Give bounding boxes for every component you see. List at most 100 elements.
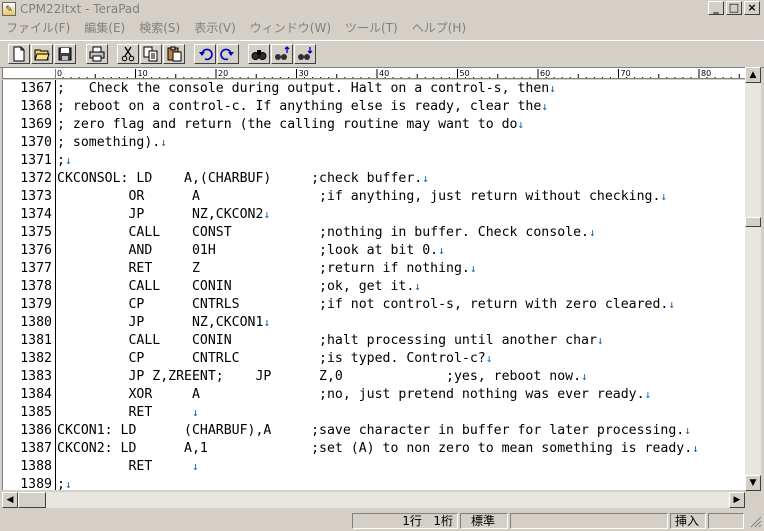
line-text[interactable]: CP CNTRLS ;if not control-s, return with… — [56, 297, 668, 312]
scroll-down-button[interactable]: ▼ — [745, 475, 761, 491]
line-break-mark-icon: ↓ — [191, 460, 199, 473]
editor-line[interactable]: 1387 CKCON2: LD A,1 ;set (A) to non zero … — [3, 440, 743, 458]
ruler-label: 0 — [57, 69, 62, 78]
line-text[interactable]: ; — [56, 153, 65, 168]
line-text[interactable]: XOR A ;no, just pretend nothing was ever… — [56, 387, 644, 402]
save-button[interactable] — [54, 44, 76, 64]
print-icon — [89, 46, 105, 62]
editor-line[interactable]: 1377 RET Z ;return if nothing.↓ — [3, 260, 743, 278]
status-empty-field-2 — [708, 513, 744, 529]
editor-line[interactable]: 1379 CP CNTRLS ;if not control-s, return… — [3, 296, 743, 314]
ruler-label: 60 — [540, 69, 550, 78]
editor-line[interactable]: 1367; Check the console during output. H… — [3, 80, 743, 98]
line-text[interactable]: CALL CONIN ;ok, get it. — [56, 279, 414, 294]
editor-line[interactable]: 1370; something).↓ — [3, 134, 743, 152]
undo-button[interactable] — [194, 44, 216, 64]
line-break-mark-icon: ↓ — [684, 424, 691, 437]
editor-line[interactable]: 1369; zero flag and return (the calling … — [3, 116, 743, 134]
line-number: 1367 — [3, 80, 56, 98]
open-button[interactable] — [31, 44, 53, 64]
line-number: 1368 — [3, 98, 56, 116]
print-button[interactable] — [86, 44, 108, 64]
new-file-button[interactable] — [8, 44, 30, 64]
line-text[interactable]: ; — [56, 477, 65, 490]
line-text[interactable]: CALL CONST ;nothing in buffer. Check con… — [56, 225, 589, 240]
status-empty-field — [510, 513, 668, 529]
editor-line[interactable]: 1382 CP CNTRLC ;is typed. Control-c?↓ — [3, 350, 743, 368]
copy-button[interactable] — [140, 44, 162, 64]
app-icon[interactable]: ✎ — [2, 2, 16, 16]
line-text[interactable]: CKCON2: LD A,1 ;set (A) to non zero to m… — [56, 441, 692, 456]
line-text[interactable]: JP Z,ZREENT; JP Z,0 ;yes, reboot now. — [56, 369, 581, 384]
cut-button[interactable] — [117, 44, 139, 64]
line-text[interactable]: JP NZ,CKCON2 — [56, 207, 263, 222]
line-text[interactable]: JP NZ,CKCON1 — [56, 315, 263, 330]
menu-help[interactable]: ヘルプ(H) — [406, 19, 474, 37]
editor-line[interactable]: 1376 AND 01H ;look at bit 0.↓ — [3, 242, 743, 260]
line-text[interactable]: RET — [56, 405, 192, 420]
line-text[interactable]: CALL CONIN ;halt processing until anothe… — [56, 333, 596, 348]
close-button[interactable]: × — [744, 1, 760, 15]
line-text[interactable]: ; something). — [56, 135, 160, 150]
line-number: 1370 — [3, 134, 56, 152]
line-number: 1383 — [3, 368, 56, 386]
menu-tools[interactable]: ツール(T) — [339, 19, 406, 37]
redo-button[interactable] — [217, 44, 239, 64]
line-text[interactable]: ; Check the console during output. Halt … — [56, 81, 549, 96]
vertical-scrollbar[interactable]: ▲ ▼ — [745, 67, 761, 491]
scroll-left-button[interactable]: ◀ — [2, 492, 18, 508]
menu-window[interactable]: ウィンドウ(W) — [244, 19, 339, 37]
menu-view[interactable]: 表示(V) — [188, 19, 244, 37]
editor-line[interactable]: 1378 CALL CONIN ;ok, get it.↓ — [3, 278, 743, 296]
line-text[interactable]: ; zero flag and return (the calling rout… — [56, 117, 518, 132]
horizontal-scrollbar[interactable]: ◀ ▶ — [2, 492, 745, 508]
find-next-button[interactable] — [294, 44, 316, 64]
editor-line[interactable]: 1373 OR A ;if anything, just return with… — [3, 188, 743, 206]
editor-line[interactable]: 1374 JP NZ,CKCON2↓ — [3, 206, 743, 224]
resize-grip-icon[interactable] — [750, 516, 762, 528]
line-break-mark-icon: ↓ — [263, 208, 271, 221]
scroll-up-button[interactable]: ▲ — [745, 67, 761, 83]
menu-bar: ファイル(F) 編集(E) 検索(S) 表示(V) ウィンドウ(W) ツール(T… — [0, 19, 764, 37]
ruler-label: 10 — [138, 69, 148, 78]
line-break-mark-icon: ↓ — [422, 172, 429, 185]
editor-line[interactable]: 1388 RET ↓ — [3, 458, 743, 476]
menu-edit[interactable]: 編集(E) — [78, 19, 133, 37]
undo-icon — [199, 48, 213, 61]
editor-line[interactable]: 1380 JP NZ,CKCON1↓ — [3, 314, 743, 332]
line-text[interactable]: ; reboot on a control-c. If anything els… — [56, 99, 541, 114]
line-number: 1375 — [3, 224, 56, 242]
editor-line[interactable]: 1372 CKCONSOL: LD A,(CHARBUF) ;check buff… — [3, 170, 743, 188]
maximize-button[interactable]: □ — [726, 1, 742, 15]
line-text[interactable]: CKCON1: LD (CHARBUF),A ;save character i… — [56, 423, 684, 438]
paste-button[interactable] — [163, 44, 185, 64]
line-text[interactable]: CP CNTRLC ;is typed. Control-c? — [56, 351, 485, 366]
line-number: 1369 — [3, 116, 56, 134]
line-text[interactable]: RET Z ;return if nothing. — [56, 261, 469, 276]
text-editor[interactable]: 1367; Check the console during output. H… — [2, 80, 745, 490]
line-text[interactable]: OR A ;if anything, just return without c… — [56, 189, 660, 204]
ruler-label: 40 — [379, 69, 389, 78]
vertical-scroll-thumb[interactable] — [745, 217, 761, 227]
line-text[interactable]: RET — [56, 459, 192, 474]
scroll-right-button[interactable]: ▶ — [729, 492, 745, 508]
line-text[interactable]: AND 01H ;look at bit 0. — [56, 243, 438, 258]
menu-search[interactable]: 検索(S) — [133, 19, 188, 37]
editor-line[interactable]: 1384 XOR A ;no, just pretend nothing was… — [3, 386, 743, 404]
editor-line[interactable]: 1371 ;↓ — [3, 152, 743, 170]
line-text[interactable]: CKCONSOL: LD A,(CHARBUF) ;check buffer. — [56, 171, 422, 186]
line-number: 1388 — [3, 458, 56, 476]
editor-line[interactable]: 1383 JP Z,ZREENT; JP Z,0 ;yes, reboot no… — [3, 368, 743, 386]
horizontal-scroll-thumb[interactable] — [18, 492, 46, 508]
menu-file[interactable]: ファイル(F) — [0, 19, 78, 37]
find-button[interactable] — [248, 44, 270, 64]
editor-line[interactable]: 1385 RET ↓ — [3, 404, 743, 422]
editor-line[interactable]: 1375 CALL CONST ;nothing in buffer. Chec… — [3, 224, 743, 242]
editor-line[interactable]: 1386 CKCON1: LD (CHARBUF),A ;save charact… — [3, 422, 743, 440]
editor-line[interactable]: 1389 ;↓ — [3, 476, 743, 490]
line-number: 1372 — [3, 170, 56, 188]
editor-line[interactable]: 1381 CALL CONIN ;halt processing until a… — [3, 332, 743, 350]
minimize-button[interactable]: _ — [708, 1, 724, 15]
find-prev-button[interactable] — [271, 44, 293, 64]
editor-line[interactable]: 1368; reboot on a control-c. If anything… — [3, 98, 743, 116]
